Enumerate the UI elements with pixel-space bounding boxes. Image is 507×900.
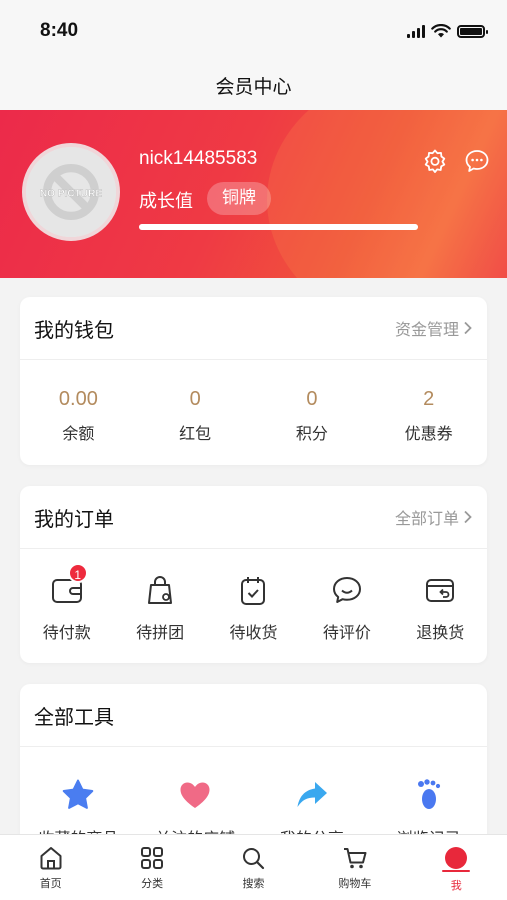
cart-icon — [343, 848, 367, 869]
stat-label: 余额 — [62, 424, 95, 443]
wifi-icon — [431, 24, 451, 38]
unread-badge: 1 — [67, 563, 88, 583]
profile-banner: NO PICTURE nick14485583 成长值 铜牌 — [0, 110, 507, 278]
tab-home[interactable]: 首页 — [0, 835, 101, 900]
bottom-tab-bar: 首页 分类 搜索 购物车 我 — [0, 834, 507, 900]
stat-points[interactable]: 0 积分 — [254, 360, 371, 464]
level-badge[interactable]: 铜牌 — [207, 182, 271, 215]
heart-icon — [180, 782, 210, 808]
tab-search[interactable]: 搜索 — [203, 835, 304, 900]
no-picture-icon: NO PICTURE — [26, 147, 116, 237]
order-pending-review[interactable]: 待评价 — [300, 549, 393, 662]
tab-label: 分类 — [141, 877, 164, 890]
page-title: 会员中心 — [215, 75, 292, 98]
username: nick14485583 — [139, 148, 258, 169]
order-returns[interactable]: 退换货 — [394, 549, 487, 662]
order-pending-payment[interactable]: 1 待付款 — [20, 549, 113, 662]
tab-label: 搜索 — [242, 877, 265, 890]
group-bag-icon — [148, 576, 173, 604]
battery-icon — [457, 24, 488, 38]
fund-management-label: 资金管理 — [394, 320, 459, 339]
avatar[interactable]: NO PICTURE — [22, 143, 120, 241]
stat-label: 红包 — [179, 424, 212, 443]
stat-label: 积分 — [295, 424, 328, 443]
wallet-header: 我的钱包 资金管理 — [20, 297, 487, 360]
order-label: 退换货 — [416, 623, 465, 642]
order-pending-group[interactable]: 待拼团 — [113, 549, 206, 662]
search-icon — [243, 848, 265, 870]
nav-bar: 会员中心 — [0, 60, 507, 110]
star-icon — [63, 779, 94, 809]
share-arrow-icon — [297, 782, 327, 807]
order-label: 待收货 — [229, 623, 278, 642]
stat-value: 0 — [306, 388, 318, 410]
stat-value: 0 — [189, 388, 201, 410]
order-pending-receipt[interactable]: 待收货 — [207, 549, 300, 662]
status-bar: 8:40 — [0, 0, 507, 60]
stat-value: 2 — [423, 388, 435, 410]
tools-header: 全部工具 — [20, 684, 487, 747]
all-orders-label: 全部订单 — [394, 509, 459, 528]
status-icons — [407, 24, 488, 38]
home-icon — [40, 847, 62, 870]
settings-icon[interactable] — [422, 148, 448, 174]
stat-label: 优惠券 — [404, 424, 453, 443]
growth-progress-bar — [139, 224, 418, 230]
wallet-title: 我的钱包 — [34, 317, 114, 342]
message-icon[interactable] — [464, 148, 490, 174]
footprint-icon — [417, 779, 440, 809]
growth-progress-fill — [139, 224, 418, 230]
status-time: 8:40 — [40, 20, 79, 41]
tab-cart[interactable]: 购物车 — [304, 835, 405, 900]
tools-title: 全部工具 — [34, 704, 114, 729]
wallet-card: 我的钱包 资金管理 0.00 余额 0 红包 0 积分 2 优惠券 — [20, 297, 487, 465]
category-icon — [141, 847, 164, 869]
stat-balance[interactable]: 0.00 余额 — [20, 360, 137, 464]
tab-category[interactable]: 分类 — [101, 835, 202, 900]
fund-management-link[interactable]: 资金管理 — [395, 316, 473, 340]
order-label: 待付款 — [42, 623, 91, 642]
order-label: 待拼团 — [136, 623, 185, 642]
signal-icon — [407, 24, 425, 38]
orders-card: 我的订单 全部订单 1 待付款 待拼团 待收货 待评价 退换货 — [20, 486, 487, 663]
chevron-right-icon — [464, 321, 472, 335]
orders-title: 我的订单 — [34, 506, 114, 531]
order-status-row: 1 待付款 待拼团 待收货 待评价 退换货 — [20, 549, 487, 662]
avatar-text: NO PICTURE — [40, 189, 103, 200]
tab-label: 购物车 — [338, 877, 372, 890]
orders-header: 我的订单 全部订单 — [20, 486, 487, 549]
comment-icon — [332, 577, 361, 603]
tab-label: 首页 — [39, 877, 62, 890]
growth-label: 成长值 — [139, 191, 193, 212]
all-orders-link[interactable]: 全部订单 — [395, 505, 473, 529]
wallet-stats: 0.00 余额 0 红包 0 积分 2 优惠券 — [20, 360, 487, 464]
me-icon — [442, 847, 471, 872]
tools-card: 全部工具 收藏的商品 关注的店铺 我的分享 — [20, 684, 487, 854]
stat-red-packet[interactable]: 0 红包 — [137, 360, 254, 464]
stat-value: 0.00 — [58, 388, 98, 410]
tab-me[interactable]: 我 — [406, 835, 507, 900]
order-label: 待评价 — [322, 623, 371, 642]
receive-icon — [241, 577, 266, 605]
chevron-right-icon — [464, 510, 472, 524]
stat-coupons[interactable]: 2 优惠券 — [370, 360, 487, 464]
tab-label: 我 — [450, 879, 462, 892]
return-icon — [426, 579, 455, 602]
